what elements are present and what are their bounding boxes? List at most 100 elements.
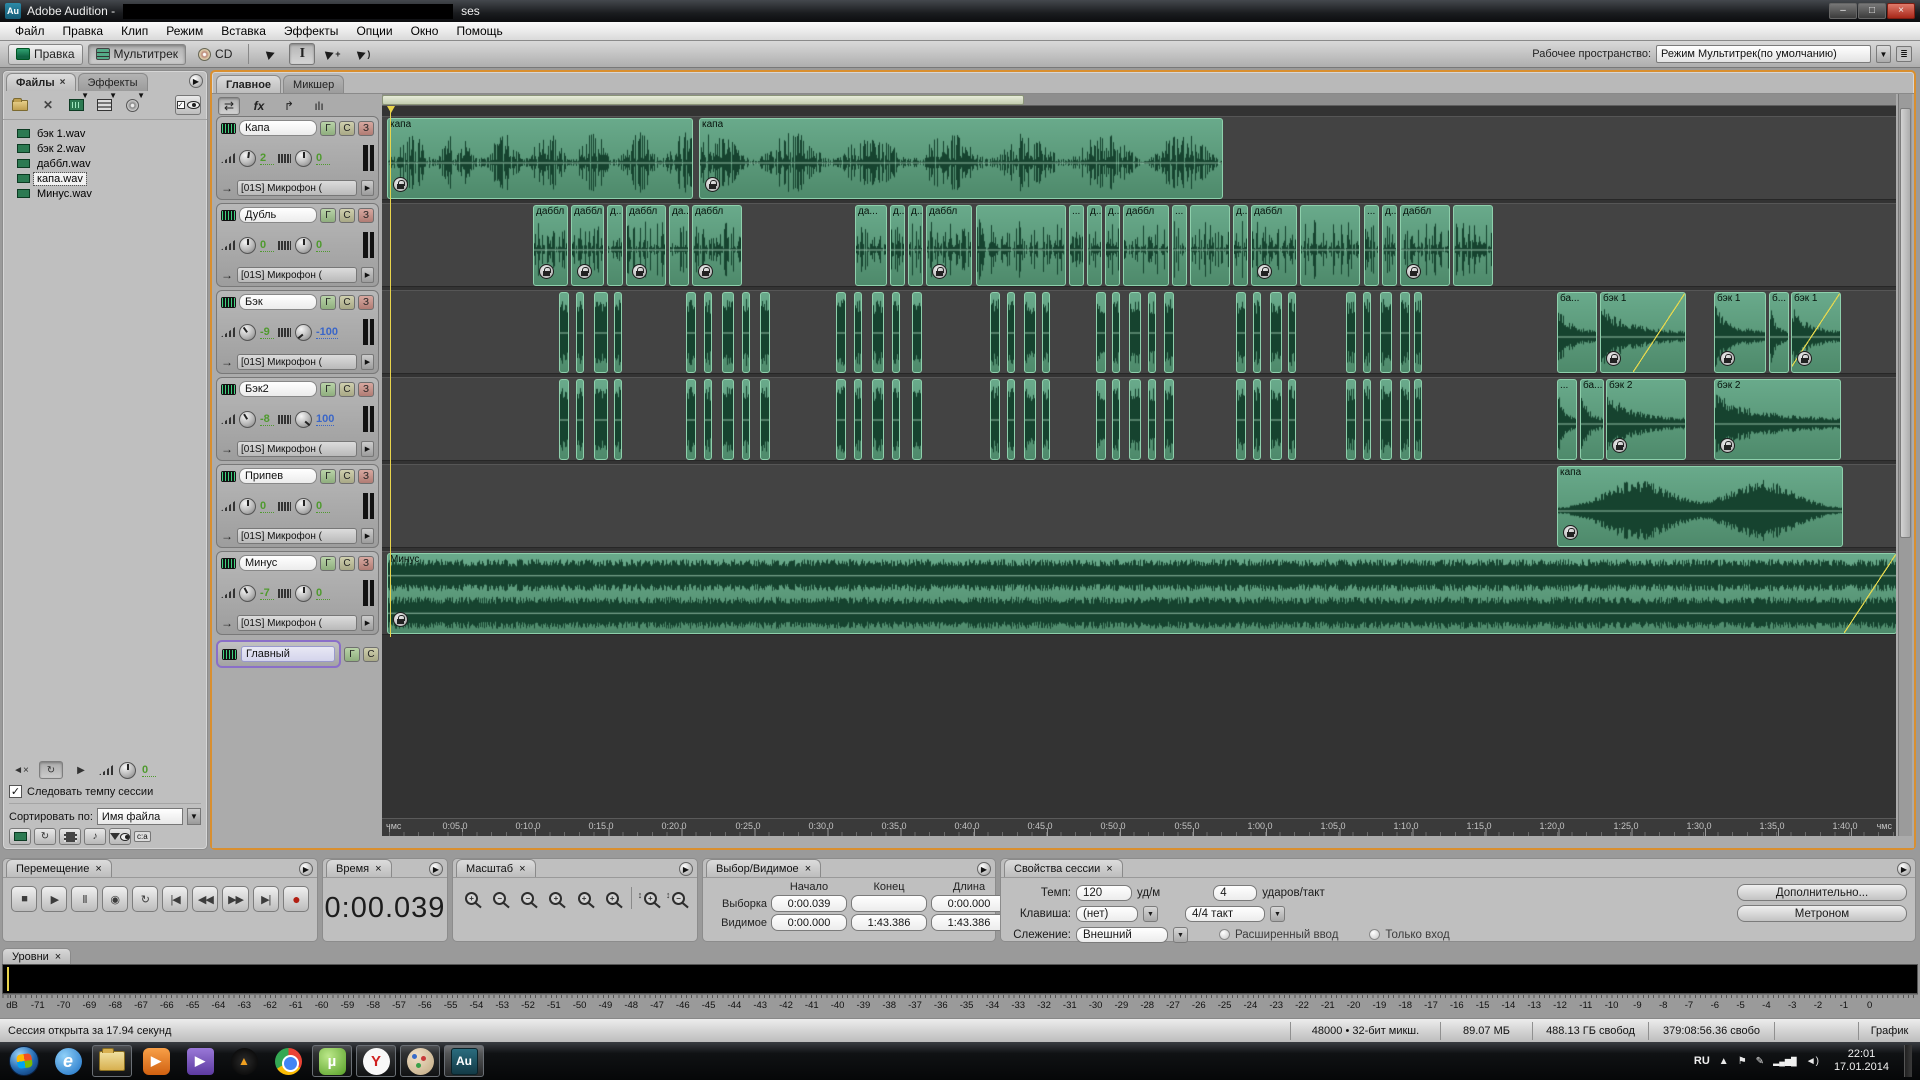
audio-clip[interactable]: ба... — [1557, 292, 1597, 373]
audio-clip-strip[interactable] — [594, 292, 608, 373]
master-solo-button[interactable]: Г — [344, 647, 360, 662]
audio-clip-strip[interactable] — [1400, 292, 1410, 373]
tempo-field[interactable]: 120 — [1076, 885, 1132, 901]
solo-button[interactable]: С — [339, 469, 355, 484]
file-row[interactable]: бэк 1.wav — [17, 126, 205, 141]
volume-knob[interactable] — [239, 150, 256, 167]
pan-knob[interactable] — [295, 237, 312, 254]
clip-loop-icon[interactable]: ⇄ — [218, 97, 240, 115]
menu-item[interactable]: Эффекты — [275, 23, 348, 39]
audio-clip[interactable]: даббл — [1123, 205, 1169, 286]
taskbar-audition[interactable]: Au — [444, 1045, 484, 1077]
audio-clip[interactable]: бэк 1 — [1600, 292, 1686, 373]
track-lane[interactable]: капа — [382, 464, 1896, 548]
input-select[interactable]: [01S] Микрофон ( — [237, 441, 357, 457]
track-name[interactable]: Бэк2 — [239, 381, 317, 397]
taskbar-utorrent[interactable]: µ — [312, 1045, 352, 1077]
audio-clip-strip[interactable] — [892, 292, 900, 373]
audio-clip[interactable]: да... — [669, 205, 689, 286]
volume-knob[interactable] — [239, 498, 256, 515]
audio-clip[interactable]: даббл — [1400, 205, 1450, 286]
volume-knob[interactable] — [239, 585, 256, 602]
flag-icon[interactable]: ⚑ — [1738, 1056, 1747, 1067]
view-end-field[interactable]: 1:43.386 — [851, 914, 927, 931]
input-select[interactable]: [01S] Микрофон ( — [237, 267, 357, 283]
follow-tempo-checkbox[interactable]: ✓ — [9, 785, 22, 798]
audio-clip[interactable]: бэк 1 — [1791, 292, 1841, 373]
preview-mute-button[interactable]: ◄× — [9, 761, 33, 779]
zoom-out-vertical-button[interactable]: − — [666, 886, 691, 910]
audio-clip[interactable] — [1453, 205, 1493, 286]
audio-clip-strip[interactable] — [912, 292, 922, 373]
audio-clip-strip[interactable] — [1148, 379, 1156, 460]
audio-clip[interactable]: д... — [1087, 205, 1102, 286]
hybrid-tool[interactable]: + — [320, 43, 346, 65]
audio-clip[interactable]: капа — [699, 118, 1223, 199]
audio-clip-strip[interactable] — [1024, 379, 1036, 460]
record-arm-button[interactable]: Г — [320, 556, 336, 571]
panel-menu-icon[interactable]: ▶ — [429, 862, 443, 876]
zoom-out-horizontal-button[interactable]: − — [487, 886, 512, 910]
workspace-menu-icon[interactable]: ≣ — [1896, 46, 1912, 62]
pan-knob[interactable] — [295, 324, 312, 341]
audio-clip-strip[interactable] — [1096, 379, 1106, 460]
vertical-scrollbar[interactable] — [1898, 94, 1912, 836]
solo-button[interactable]: С — [339, 295, 355, 310]
transport-rewind-button[interactable]: ◀◀ — [192, 886, 218, 912]
audio-clip-strip[interactable] — [1414, 292, 1422, 373]
time-selection-tool[interactable]: I — [289, 43, 315, 65]
menu-item[interactable]: Файл — [6, 23, 54, 39]
audio-clip-strip[interactable] — [872, 379, 884, 460]
audio-clip[interactable]: капа — [387, 118, 693, 199]
sort-select[interactable]: Имя файла — [97, 808, 183, 825]
audio-clip[interactable]: б... — [1769, 292, 1789, 373]
transport-play-from-cursor-button[interactable]: ◉ — [102, 886, 128, 912]
audio-clip-strip[interactable] — [614, 379, 622, 460]
audio-clip[interactable]: даббл — [571, 205, 604, 286]
taskbar-kmplayer[interactable]: ▶ — [180, 1045, 220, 1077]
audio-clip-strip[interactable] — [1380, 379, 1392, 460]
tab-close-icon[interactable]: × — [60, 77, 66, 88]
advanced-button[interactable]: Дополнительно... — [1737, 884, 1907, 901]
track-name[interactable]: Минус — [239, 555, 317, 571]
audio-clip[interactable]: капа — [1557, 466, 1843, 547]
audio-clip-strip[interactable] — [722, 292, 734, 373]
audio-clip[interactable] — [1190, 205, 1230, 286]
taskbar-daemon-tools[interactable]: ▲ — [224, 1045, 264, 1077]
taskbar-internet-explorer[interactable]: e — [48, 1045, 88, 1077]
audio-clip-strip[interactable] — [1042, 292, 1050, 373]
filter-funnel-button[interactable] — [109, 828, 131, 845]
menu-item[interactable]: Опции — [347, 23, 401, 39]
file-row[interactable]: бэк 2.wav — [17, 141, 205, 156]
audio-clip-strip[interactable] — [1253, 292, 1261, 373]
language-indicator[interactable]: RU — [1694, 1055, 1710, 1067]
time-tab[interactable]: Время× — [326, 859, 392, 877]
audio-clip-strip[interactable] — [742, 379, 750, 460]
audio-clip-strip[interactable] — [1112, 379, 1120, 460]
audio-clip-strip[interactable] — [1288, 379, 1296, 460]
track-name[interactable]: Припев — [239, 468, 317, 484]
menu-item[interactable]: Клип — [112, 23, 157, 39]
close-file-button[interactable]: ✕ — [37, 95, 59, 115]
timeline[interactable]: капакападабблдабблд...дабблда...дабблда.… — [382, 94, 1896, 836]
selection-length-field[interactable]: 0:00.000 — [931, 895, 1007, 912]
input-expand-icon[interactable]: ▶ — [361, 267, 374, 283]
audio-clip-strip[interactable] — [760, 379, 770, 460]
audio-clip-strip[interactable] — [704, 379, 712, 460]
track-lane[interactable]: дабблдабблд...дабблда...дабблда...д...д.… — [382, 203, 1896, 287]
input-only-radio[interactable] — [1369, 929, 1380, 940]
key-dropdown-button[interactable]: ▼ — [1143, 906, 1158, 922]
network-icon[interactable]: ▂▄▆█ — [1773, 1057, 1797, 1066]
solo-button[interactable]: С — [339, 121, 355, 136]
beats-field[interactable]: 4 — [1213, 885, 1257, 901]
panel-menu-icon[interactable]: ▶ — [1897, 862, 1911, 876]
record-arm-button[interactable]: Г — [320, 295, 336, 310]
panel-menu-icon[interactable]: ▶ — [189, 74, 203, 88]
menu-item[interactable]: Правка — [54, 23, 113, 39]
view-start-field[interactable]: 0:00.000 — [771, 914, 847, 931]
insert-into-multitrack-button[interactable]: ▼ — [65, 95, 87, 115]
audio-clip-strip[interactable] — [614, 292, 622, 373]
audio-clip[interactable]: бэк 1 — [1714, 292, 1766, 373]
zoom-in-horizontal-button[interactable]: + — [459, 886, 484, 910]
audio-clip[interactable]: д... — [1233, 205, 1248, 286]
